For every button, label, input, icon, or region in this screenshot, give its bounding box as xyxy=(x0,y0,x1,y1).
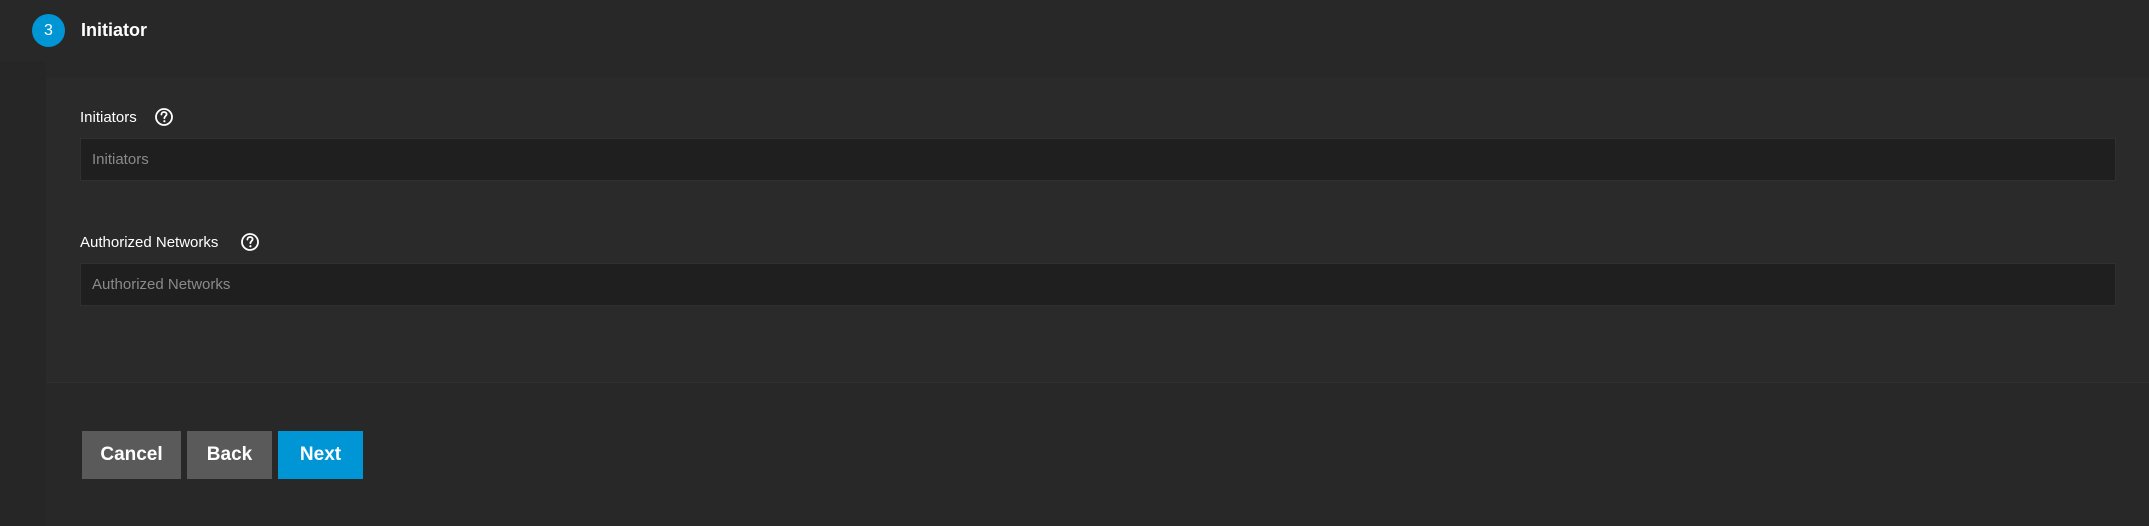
step-header: 3 Initiator xyxy=(32,14,147,47)
help-circle-icon xyxy=(154,108,173,126)
step-number-badge: 3 xyxy=(32,14,65,47)
authorized-networks-label: Authorized Networks xyxy=(80,233,219,251)
step-title: Initiator xyxy=(81,20,147,40)
divider xyxy=(46,382,2149,383)
cancel-button[interactable]: Cancel xyxy=(82,431,181,479)
initiators-input[interactable] xyxy=(80,138,2116,181)
back-button[interactable]: Back xyxy=(187,431,272,479)
step-content-panel xyxy=(46,77,2149,382)
initiators-label: Initiators xyxy=(80,108,137,126)
wizard-step-page: 3 Initiator Initiators Authorized Networ… xyxy=(0,0,2149,526)
help-circle-icon[interactable] xyxy=(239,231,261,253)
help-circle-icon xyxy=(241,233,260,251)
stepper-gutter xyxy=(0,61,46,526)
initiators-label-row: Initiators xyxy=(80,106,175,128)
authorized-networks-label-row: Authorized Networks xyxy=(80,231,261,253)
help-circle-icon[interactable] xyxy=(153,106,175,128)
next-button[interactable]: Next xyxy=(278,431,363,479)
authorized-networks-input[interactable] xyxy=(80,263,2116,306)
